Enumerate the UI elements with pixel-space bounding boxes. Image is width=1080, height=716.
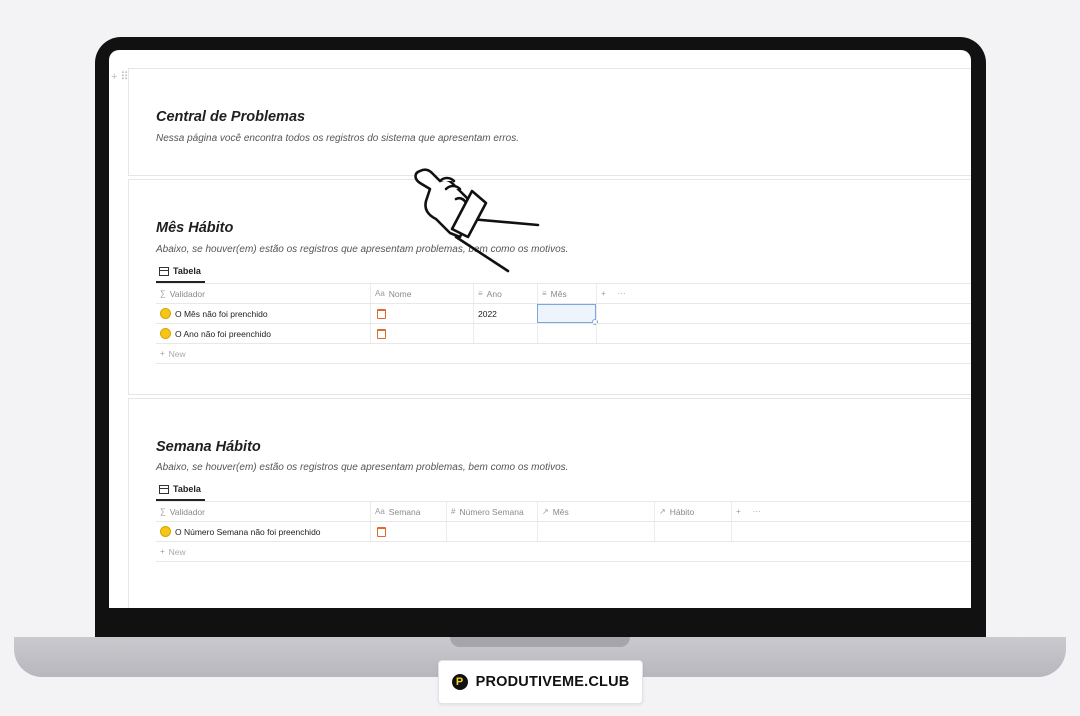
col-header-actions: + ··· (731, 502, 791, 521)
cell-validador[interactable]: O Número Semana não foi preenchido (156, 522, 370, 541)
calendar-icon (377, 526, 386, 537)
cell-mes[interactable] (537, 324, 596, 343)
yellow-circle-icon (160, 328, 171, 339)
col-header-numero-semana[interactable]: # Número Semana (446, 502, 537, 521)
header-block: Central de Problemas Nessa página você e… (128, 68, 971, 176)
cell-validador[interactable]: O Mês não foi prenchido (156, 304, 370, 323)
cell-nome[interactable] (370, 324, 473, 343)
more-options-icon[interactable]: ··· (618, 289, 626, 298)
cell-mes-selected[interactable] (537, 304, 598, 325)
mes-section-title: Mês Hábito (156, 220, 234, 236)
divider (156, 363, 971, 364)
cell-spacer (731, 522, 736, 541)
brand-name: PRODUTIVEME.CLUB (475, 674, 630, 690)
sigma-icon: ∑ (160, 289, 166, 298)
table-icon (159, 266, 169, 276)
page-title: Central de Problemas (156, 109, 306, 125)
cell-spacer (596, 304, 601, 323)
mes-habito-block: Mês Hábito Abaixo, se houver(em) estão o… (128, 179, 971, 395)
list-lines-icon: ≡ (542, 289, 547, 298)
cell-spacer (596, 324, 601, 343)
col-header-mes[interactable]: ↗ Mês (537, 502, 654, 521)
col-header-validador[interactable]: ∑ Validador (156, 502, 370, 521)
mes-view-tab-label: Tabela (173, 266, 201, 276)
more-options-icon[interactable]: ··· (753, 507, 761, 516)
semana-view-tab-label: Tabela (173, 484, 201, 494)
table-row[interactable]: O Ano não foi preenchido (156, 323, 971, 344)
col-header-ano[interactable]: ≡ Ano (473, 284, 537, 303)
arrow-upright-icon: ↗ (542, 507, 549, 516)
page-subtitle: Nessa página você encontra todos os regi… (156, 133, 519, 144)
drag-handle-icon[interactable]: + ⠿ (111, 70, 129, 83)
table-icon (159, 484, 169, 494)
mes-table: ∑ Validador Aa Nome ≡ Ano ≡ Mês + ··· O Mês … (156, 283, 971, 364)
cell-semana[interactable] (370, 522, 446, 541)
semana-view-tab-tabela[interactable]: Tabela (156, 479, 205, 501)
col-header-nome[interactable]: Aa Nome (370, 284, 473, 303)
col-header-habito[interactable]: ↗ Hábito (654, 502, 731, 521)
arrow-upright-icon: ↗ (659, 507, 666, 516)
col-header-validador[interactable]: ∑ Validador (156, 284, 370, 303)
mes-view-tab-tabela[interactable]: Tabela (156, 261, 205, 283)
semana-new-row-button[interactable]: + New (156, 542, 971, 561)
hash-icon: # (451, 507, 456, 516)
semana-habito-block: Semana Hábito Abaixo, se houver(em) estã… (128, 398, 971, 608)
table-row[interactable]: O Mês não foi prenchido 2022 (156, 303, 971, 325)
app-screen: + ⠿ Central de Problemas Nessa página vo… (109, 50, 971, 608)
sigma-icon: ∑ (160, 507, 166, 516)
text-aa-icon: Aa (375, 507, 385, 516)
semana-section-subtitle: Abaixo, se houver(em) estão os registros… (156, 462, 569, 473)
col-header-semana[interactable]: Aa Semana (370, 502, 446, 521)
semana-table: ∑ Validador Aa Semana # Número Semana ↗ Mês … (156, 501, 971, 562)
divider (156, 561, 971, 562)
cell-ano[interactable]: 2022 (473, 304, 537, 323)
cell-nome[interactable] (370, 304, 473, 323)
col-header-actions: + ··· (596, 284, 656, 303)
yellow-circle-icon (160, 526, 171, 537)
list-lines-icon: ≡ (478, 289, 483, 298)
plus-icon: + (160, 349, 165, 358)
table-row[interactable]: O Número Semana não foi preenchido (156, 521, 971, 542)
brand-logo-icon: P (451, 674, 468, 690)
cell-validador[interactable]: O Ano não foi preenchido (156, 324, 370, 343)
calendar-icon (377, 328, 386, 339)
cell-numero-semana[interactable] (446, 522, 537, 541)
semana-section-title: Semana Hábito (156, 439, 261, 455)
laptop-notch (450, 637, 630, 647)
text-aa-icon: Aa (375, 289, 385, 298)
cell-mes[interactable] (537, 522, 654, 541)
col-header-mes[interactable]: ≡ Mês (537, 284, 596, 303)
mes-new-row-button[interactable]: + New (156, 344, 971, 363)
pointing-hand-icon (414, 168, 540, 273)
semana-table-header: ∑ Validador Aa Semana # Número Semana ↗ Mês … (156, 501, 971, 521)
brand-badge: P PRODUTIVEME.CLUB (438, 660, 643, 704)
mes-table-header: ∑ Validador Aa Nome ≡ Ano ≡ Mês + ··· (156, 283, 971, 303)
add-column-icon[interactable]: + (601, 289, 606, 298)
add-column-icon[interactable]: + (736, 507, 741, 516)
calendar-icon (377, 308, 386, 319)
yellow-circle-icon (160, 308, 171, 319)
plus-icon: + (160, 547, 165, 556)
cell-habito[interactable] (654, 522, 731, 541)
cell-ano[interactable] (473, 324, 537, 343)
